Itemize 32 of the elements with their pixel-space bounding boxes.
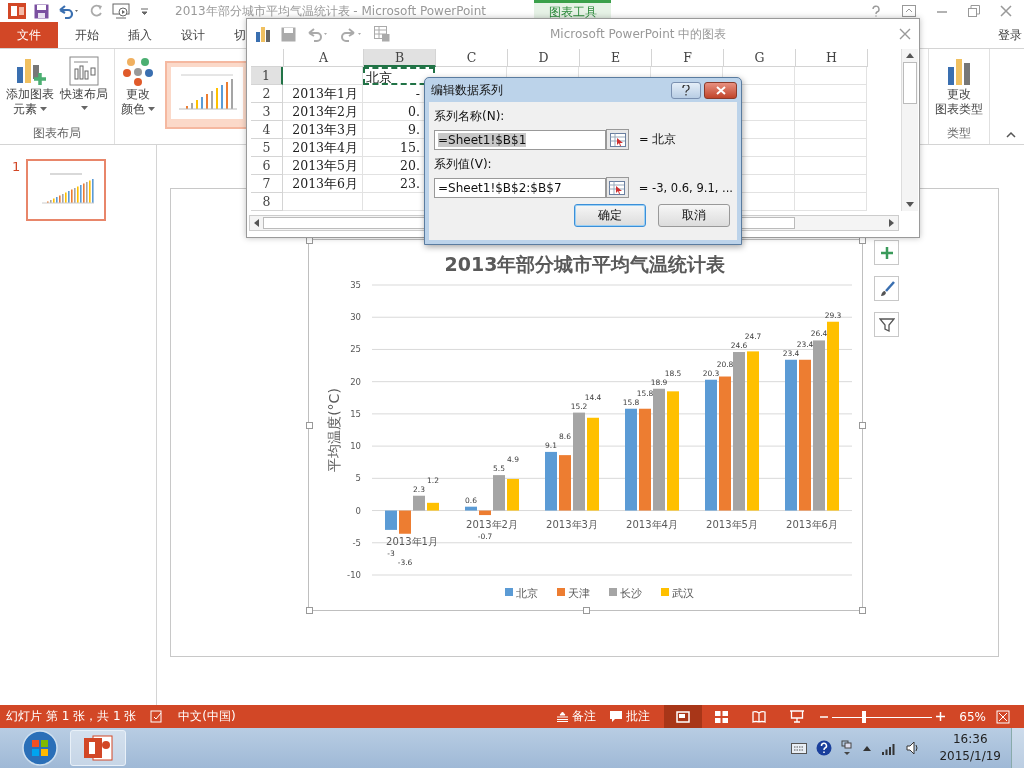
- legend-label: 北京: [516, 587, 538, 600]
- axis-tick-label: 35: [350, 280, 361, 290]
- category-label: 2013年5月: [706, 518, 758, 530]
- axis-tick-label: -5: [352, 537, 361, 548]
- group-label: 图表布局: [33, 125, 81, 142]
- window-title: 2013年部分城市平均气温统计表 - Microsoft PowerPoint: [175, 2, 486, 20]
- field-label: 系列名称(N):: [434, 108, 506, 125]
- axis-tick-label: 25: [350, 344, 361, 355]
- legend-label: 武汉: [672, 587, 694, 600]
- axis-tick-label: 0: [355, 505, 361, 516]
- category-label: 2013年3月: [546, 518, 598, 530]
- group-label: 类型: [947, 125, 971, 142]
- category-label: 2013年2月: [466, 518, 518, 530]
- axis-tick-label: 5: [355, 473, 361, 484]
- axis-tick-label: 10: [350, 441, 361, 452]
- axis-tick-label: 20: [350, 376, 361, 387]
- legend-label: 长沙: [620, 587, 642, 600]
- axis-tick-label: 30: [350, 312, 361, 323]
- category-label: 2013年6月: [786, 518, 838, 530]
- value-preview: = 北京: [639, 132, 677, 147]
- axis-title: 平均温度(°C): [326, 388, 342, 472]
- field-label: 系列值(V):: [434, 156, 493, 173]
- axis-tick-label: 15: [350, 408, 361, 419]
- chart-title: 2013年部分城市平均气温统计表: [444, 253, 726, 275]
- legend-label: 天津: [568, 587, 590, 600]
- slide-counter: 幻灯片 第 1 张，共 1 张: [6, 708, 137, 725]
- axis-tick-label: -10: [347, 570, 361, 580]
- category-label: 2013年4月: [626, 518, 678, 530]
- window-title: Microsoft PowerPoint 中的图表: [550, 25, 727, 43]
- slide-number: 1: [12, 159, 21, 176]
- category-label: 2013年1月: [386, 535, 438, 547]
- value-preview: = -3, 0.6, 9.1, ...: [638, 180, 733, 195]
